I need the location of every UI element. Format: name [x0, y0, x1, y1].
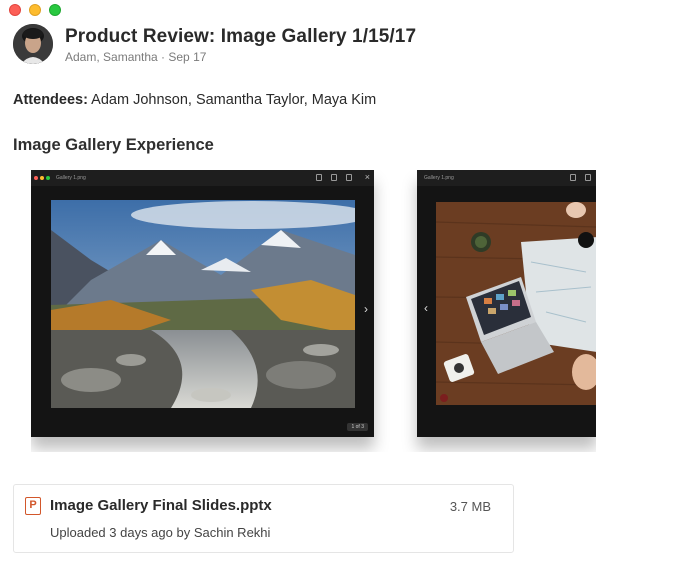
attachment-card[interactable]: P Image Gallery Final Slides.pptx 3.7 MB…	[13, 484, 514, 553]
chevron-right-icon[interactable]: ›	[364, 302, 368, 316]
save-icon	[570, 174, 576, 181]
note-header: Product Review: Image Gallery 1/15/17 Ad…	[13, 24, 416, 64]
note-meta: Adam, Samantha · Sep 17	[65, 49, 207, 64]
window-controls	[9, 4, 61, 16]
download-icon	[585, 174, 591, 181]
zoom-window-button[interactable]	[49, 4, 61, 16]
powerpoint-icon: P	[25, 497, 41, 515]
mountain-landscape-photo	[51, 200, 355, 408]
minimize-window-button[interactable]	[29, 4, 41, 16]
save-icon	[316, 174, 322, 181]
attachment-name[interactable]: Image Gallery Final Slides.pptx	[50, 497, 272, 514]
image-counter: 1 of 3	[347, 423, 368, 431]
close-icon: ×	[364, 172, 370, 182]
screenshot-toolbar	[570, 174, 591, 181]
attachment-upload-info: Uploaded 3 days ago by Sachin Rekhi	[50, 525, 271, 540]
gallery-screenshot-2[interactable]: Gallery 1.png ‹	[417, 170, 596, 437]
attachment-size: 3.7 MB	[449, 499, 491, 514]
mini-zoom-dot	[46, 176, 50, 180]
screenshot-toolbar	[316, 174, 352, 181]
screenshot-window-title: Gallery 1.png	[424, 175, 454, 181]
section-heading: Image Gallery Experience	[13, 136, 214, 154]
desk-laptop-map-photo	[436, 202, 596, 405]
attendees-names: Adam Johnson, Samantha Taylor, Maya Kim	[87, 92, 377, 108]
mini-close-dot	[34, 176, 38, 180]
note-window: Product Review: Image Gallery 1/15/17 Ad…	[0, 0, 693, 579]
close-window-button[interactable]	[9, 4, 21, 16]
avatar-icon	[13, 24, 53, 64]
avatar[interactable]	[13, 24, 53, 64]
gallery-screenshot-1[interactable]: Gallery 1.png × › 1 of 3	[31, 170, 374, 437]
screenshot-window-title: Gallery 1.png	[56, 175, 86, 181]
attendees-line: Attendees: Adam Johnson, Samantha Taylor…	[13, 92, 376, 108]
attendees-label: Attendees:	[13, 92, 88, 108]
screenshot-titlebar: Gallery 1.png ×	[31, 170, 374, 186]
trash-icon	[346, 174, 352, 181]
chevron-left-icon[interactable]: ‹	[424, 301, 428, 315]
download-icon	[331, 174, 337, 181]
mini-minimize-dot	[40, 176, 44, 180]
image-gallery: Gallery 1.png × › 1 of 3 Gallery 1.png ‹	[31, 170, 596, 452]
screenshot-titlebar: Gallery 1.png	[417, 170, 596, 186]
page-title: Product Review: Image Gallery 1/15/17	[65, 25, 417, 47]
